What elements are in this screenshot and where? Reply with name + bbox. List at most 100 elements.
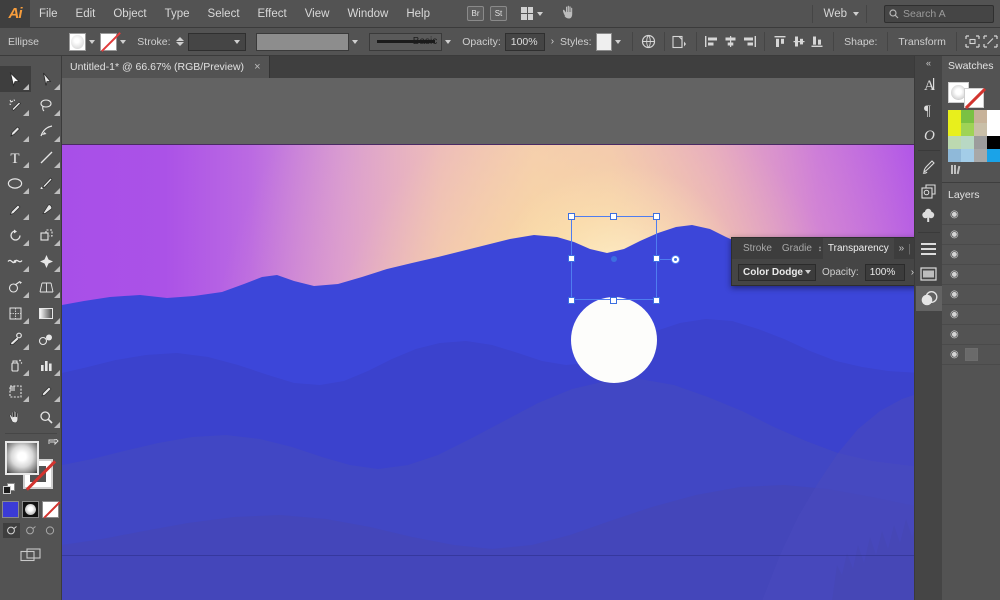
document-tab[interactable]: Untitled-1* @ 66.67% (RGB/Preview) × <box>62 56 270 78</box>
paintbrush-tool[interactable] <box>31 170 62 196</box>
swatch-cell[interactable] <box>974 110 987 123</box>
close-icon[interactable]: × <box>254 61 260 73</box>
artboard-tool[interactable] <box>0 378 31 404</box>
perspective-grid-tool[interactable] <box>31 274 62 300</box>
stock-button[interactable]: St <box>490 6 507 21</box>
eye-icon[interactable]: ◉ <box>950 349 959 360</box>
type-tool[interactable]: T <box>0 144 31 170</box>
touch-workspace-icon[interactable] <box>561 5 578 23</box>
color-mode-button[interactable] <box>2 501 19 518</box>
handle-bottom-left[interactable] <box>568 297 575 304</box>
styles-chevron-icon[interactable] <box>615 39 622 44</box>
eye-icon[interactable]: ◉ <box>950 209 959 220</box>
eyedropper-tool[interactable] <box>0 326 31 352</box>
line-segment-tool[interactable] <box>31 144 62 170</box>
width-tool[interactable] <box>0 248 31 274</box>
transform-button[interactable]: Transform <box>894 36 949 48</box>
hand-tool[interactable] <box>0 404 31 430</box>
brush-chevron-icon[interactable] <box>445 39 452 44</box>
align-left-icon[interactable] <box>703 32 722 52</box>
swatch-cell[interactable] <box>948 110 961 123</box>
ellipse-tool[interactable] <box>0 170 31 196</box>
magic-wand-tool[interactable] <box>0 92 31 118</box>
swatch-cell[interactable] <box>961 136 974 149</box>
handle-bottom-center[interactable] <box>610 297 617 304</box>
layer-row[interactable]: ◉ <box>942 305 1000 325</box>
transparency-panel[interactable]: Stroke Gradie ↕ Transparency » | Color D… <box>731 237 931 286</box>
stroke-weight-stepper[interactable] <box>175 37 184 46</box>
opacity-field[interactable]: 100% <box>504 32 545 51</box>
align-vertical-center-icon[interactable] <box>790 32 809 52</box>
edit-clipping-path-icon[interactable] <box>981 32 1000 52</box>
handle-top-left[interactable] <box>568 213 575 220</box>
menu-object[interactable]: Object <box>104 0 155 28</box>
menu-window[interactable]: Window <box>338 0 397 28</box>
bridge-button[interactable]: Br <box>467 6 484 21</box>
workspace-chevron-icon[interactable] <box>853 11 859 16</box>
draw-behind-button[interactable] <box>22 523 39 538</box>
menu-view[interactable]: View <box>296 0 339 28</box>
layer-row[interactable]: ◉ <box>942 205 1000 225</box>
gradient-tool[interactable] <box>31 300 62 326</box>
character-panel-icon[interactable]: A <box>916 72 942 97</box>
transparency-panel-icon[interactable] <box>915 286 942 311</box>
stroke-chevron-icon[interactable] <box>120 39 127 44</box>
fill-chevron-icon[interactable] <box>89 39 96 44</box>
select-similar-icon[interactable] <box>671 32 690 52</box>
stroke-weight-field[interactable] <box>187 32 247 51</box>
shape-builder-tool[interactable] <box>0 274 31 300</box>
zoom-tool[interactable] <box>31 404 62 430</box>
menu-type[interactable]: Type <box>156 0 199 28</box>
artboard[interactable] <box>62 144 920 600</box>
swatch-libraries-icon[interactable] <box>950 164 964 178</box>
sun-ellipse-shape[interactable] <box>569 295 659 385</box>
swap-fill-stroke-icon[interactable] <box>48 436 59 453</box>
eye-icon[interactable]: ◉ <box>950 289 959 300</box>
draw-normal-button[interactable] <box>3 523 20 538</box>
collapse-panels-icon[interactable]: « <box>926 58 931 68</box>
scale-tool[interactable] <box>31 222 62 248</box>
artboards-panel-icon[interactable] <box>916 261 942 286</box>
isolate-group-icon[interactable] <box>963 32 982 52</box>
slice-tool[interactable] <box>31 378 62 404</box>
swatch-cell[interactable] <box>987 110 1000 123</box>
swatch-cell[interactable] <box>987 136 1000 149</box>
direct-selection-tool[interactable] <box>31 66 62 92</box>
align-horizontal-center-icon[interactable] <box>721 32 740 52</box>
layer-row[interactable]: ◉ <box>942 345 1000 365</box>
variable-width-profile-field[interactable] <box>256 32 350 51</box>
free-transform-tool[interactable] <box>31 248 62 274</box>
shape-button[interactable]: Shape: <box>840 36 881 48</box>
workspace-switcher-label[interactable]: Web <box>824 8 847 20</box>
brush-definition-field[interactable]: Basic <box>369 32 443 51</box>
opacity-more-icon[interactable]: › <box>551 36 554 47</box>
swatch-cell[interactable] <box>974 149 987 162</box>
align-panel-icon[interactable] <box>916 236 942 261</box>
column-graph-tool[interactable] <box>31 352 62 378</box>
eye-icon[interactable]: ◉ <box>950 249 959 260</box>
menu-effect[interactable]: Effect <box>249 0 296 28</box>
align-bottom-icon[interactable] <box>809 32 828 52</box>
rotate-tool[interactable] <box>0 222 31 248</box>
swatch-cell[interactable] <box>974 136 987 149</box>
layer-row[interactable]: ◉ <box>942 285 1000 305</box>
symbol-sprayer-tool[interactable] <box>0 352 31 378</box>
eye-icon[interactable]: ◉ <box>950 229 959 240</box>
lasso-tool[interactable] <box>31 92 62 118</box>
blend-tool[interactable] <box>31 326 62 352</box>
swatch-cell[interactable] <box>961 123 974 136</box>
handle-top-center[interactable] <box>610 213 617 220</box>
swatch-cell[interactable] <box>987 123 1000 136</box>
symbols-panel-icon[interactable] <box>916 179 942 204</box>
selection-tool[interactable] <box>0 66 31 92</box>
swatch-cell[interactable] <box>948 149 961 162</box>
draw-inside-button[interactable] <box>41 523 58 538</box>
pencil-tool[interactable] <box>0 196 31 222</box>
curvature-tool[interactable] <box>31 118 62 144</box>
eye-icon[interactable]: ◉ <box>950 329 959 340</box>
tab-stroke[interactable]: Stroke <box>738 238 777 259</box>
layer-row[interactable]: ◉ <box>942 325 1000 345</box>
gradient-mode-button[interactable] <box>22 501 39 518</box>
eye-icon[interactable]: ◉ <box>950 309 959 320</box>
swatch-cell[interactable] <box>961 149 974 162</box>
